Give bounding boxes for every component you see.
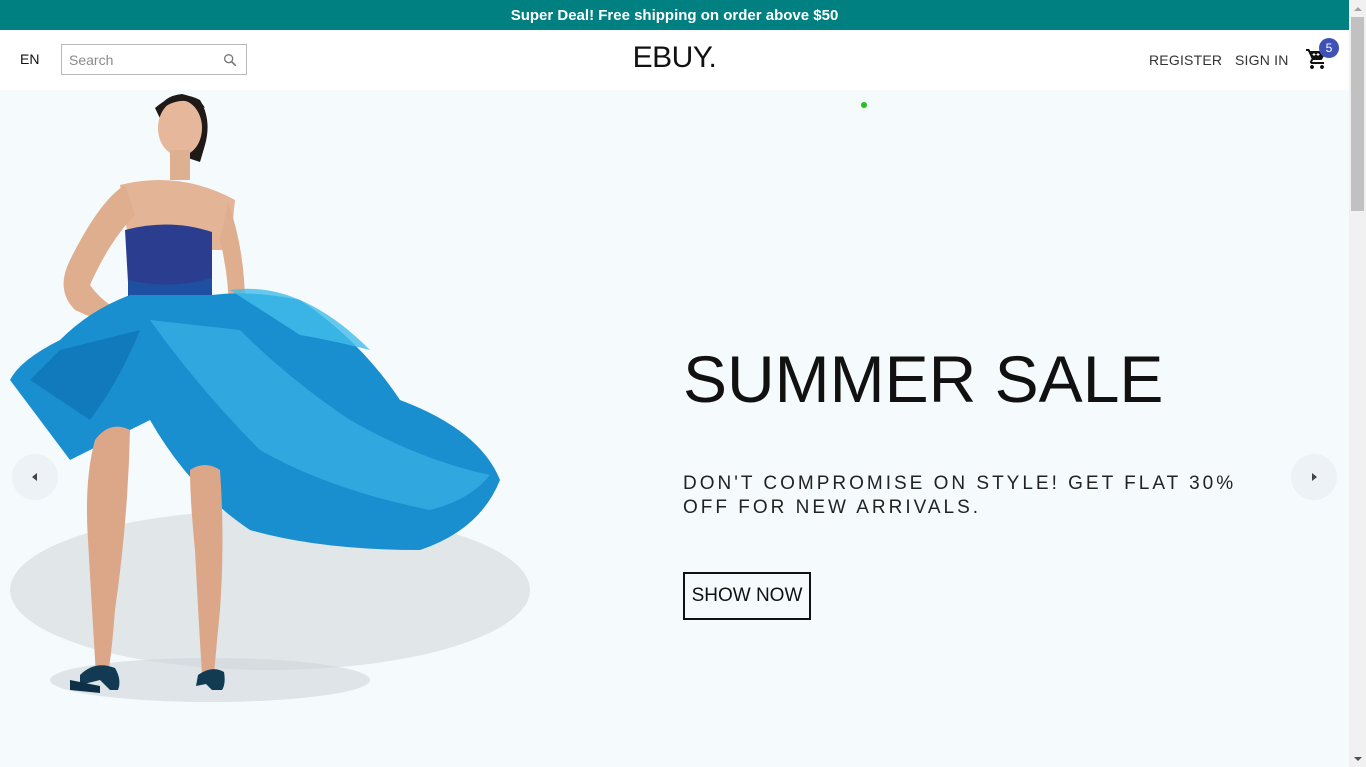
slider-prev-button[interactable] xyxy=(12,454,58,500)
vertical-scrollbar[interactable] xyxy=(1349,0,1366,767)
navbar: EN EBUY. REGISTER SIGN IN 5 xyxy=(0,30,1349,90)
page: Super Deal! Free shipping on order above… xyxy=(0,0,1366,767)
slide-info: SUMMER SALE DON'T COMPROMISE ON STYLE! G… xyxy=(683,342,1303,620)
show-now-button[interactable]: SHOW NOW xyxy=(683,572,811,620)
logo[interactable]: EBUY. xyxy=(0,41,1349,75)
announcement-bar: Super Deal! Free shipping on order above… xyxy=(0,0,1349,30)
arrow-left-icon xyxy=(32,473,37,481)
hero-model-image xyxy=(10,94,530,702)
scrollbar-thumb[interactable] xyxy=(1351,17,1364,211)
cart-count-badge: 5 xyxy=(1319,38,1339,58)
sign-in-link[interactable]: SIGN IN xyxy=(1235,52,1289,68)
slide-indicator-dot[interactable] xyxy=(861,102,867,108)
announcement-text: Super Deal! Free shipping on order above… xyxy=(510,6,839,24)
logo-text[interactable]: EBUY. xyxy=(633,41,717,75)
hero-slider: SUMMER SALE DON'T COMPROMISE ON STYLE! G… xyxy=(0,90,1349,767)
arrow-right-icon xyxy=(1312,473,1317,481)
register-link[interactable]: REGISTER xyxy=(1149,52,1222,68)
scroll-up-arrow-icon[interactable] xyxy=(1349,0,1366,17)
slide-description: DON'T COMPROMISE ON STYLE! GET FLAT 30% … xyxy=(683,473,1237,518)
scroll-down-arrow-icon[interactable] xyxy=(1349,750,1366,767)
slide-title: SUMMER SALE xyxy=(683,342,1164,416)
